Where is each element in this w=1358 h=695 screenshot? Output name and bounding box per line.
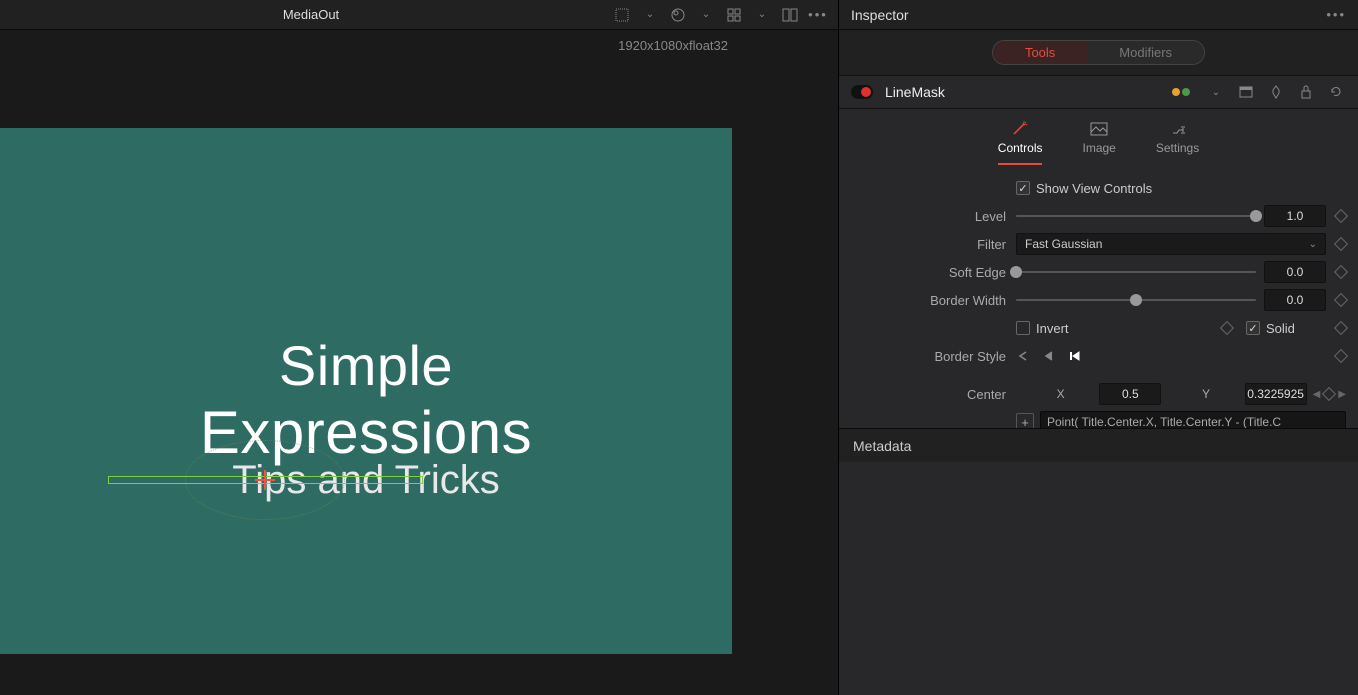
image-icon (1089, 121, 1109, 137)
chevron-down-icon[interactable]: ⌄ (640, 5, 660, 25)
next-key-icon[interactable]: ▶ (1338, 389, 1346, 400)
chevron-down-icon[interactable]: ⌄ (1206, 82, 1226, 102)
grid-icon[interactable] (612, 5, 632, 25)
row-filter: Filter Fast Gaussian⌄ (851, 231, 1346, 257)
lock-icon[interactable] (1296, 82, 1316, 102)
node-enable-toggle[interactable] (851, 85, 873, 99)
invert-label: Invert (1036, 321, 1212, 336)
level-slider[interactable] (1016, 215, 1256, 217)
inspector-pane: Inspector ••• Tools Modifiers LineMask ⌄… (838, 0, 1358, 695)
inspector-header: Inspector ••• (839, 0, 1358, 30)
wand-icon (1010, 121, 1030, 137)
prev-key-icon[interactable]: ◀ (1313, 389, 1321, 400)
title-line-1: Simple (0, 333, 732, 398)
chevron-down-icon[interactable]: ⌄ (752, 5, 772, 25)
tab-settings[interactable]: Settings (1156, 121, 1199, 165)
viewer-header: MediaOut ⌄ ⌄ ⌄ ••• (0, 0, 838, 30)
keyframe-icon[interactable] (1334, 209, 1348, 223)
expression-add-button[interactable]: + (1016, 413, 1034, 428)
gear-icon (1168, 121, 1188, 137)
row-center-expr: + Point( Title.Center.X, Title.Center.Y … (851, 409, 1346, 428)
border-style-2[interactable] (1042, 350, 1054, 362)
more-icon[interactable]: ••• (1326, 7, 1346, 22)
keyframe-icon[interactable] (1334, 293, 1348, 307)
tab-image[interactable]: Image (1082, 121, 1115, 165)
quad-icon[interactable] (724, 5, 744, 25)
solid-checkbox[interactable]: ✓ (1246, 321, 1260, 335)
split-icon[interactable] (780, 5, 800, 25)
keyframe-icon[interactable] (1334, 265, 1348, 279)
row-level: Level 1.0 (851, 203, 1346, 229)
center-x-field[interactable]: 0.5 (1099, 383, 1161, 405)
title-line-2: Expressions (0, 398, 732, 467)
window-icon[interactable] (1236, 82, 1256, 102)
viewer-pane: MediaOut ⌄ ⌄ ⌄ ••• 1920x1080xfloat32 Sim… (0, 0, 838, 695)
solid-label: Solid (1266, 321, 1326, 336)
show-view-controls-checkbox[interactable]: ✓ (1016, 181, 1030, 195)
resolution-label: 1920x1080xfloat32 (618, 38, 728, 53)
keyframe-icon[interactable] (1334, 237, 1348, 251)
inspector-title: Inspector (851, 7, 909, 23)
mask-center-handle[interactable] (259, 474, 271, 486)
version-dots[interactable] (1172, 88, 1190, 96)
row-invert-solid: Invert ✓ Solid (851, 315, 1346, 341)
keyframe-icon[interactable] (1334, 349, 1348, 363)
reset-icon[interactable] (1326, 82, 1346, 102)
chevron-down-icon[interactable]: ⌄ (696, 5, 716, 25)
row-show-view-controls: ✓ Show View Controls (851, 175, 1346, 201)
viewer-body[interactable]: 1920x1080xfloat32 Simple Expressions Tip… (0, 30, 838, 695)
controls-body: ✓ Show View Controls Level 1.0 Filter Fa… (839, 165, 1358, 428)
level-field[interactable]: 1.0 (1264, 205, 1326, 227)
invert-checkbox[interactable] (1016, 321, 1030, 335)
row-soft-edge: Soft Edge 0.0 (851, 259, 1346, 285)
center-y-field[interactable]: 0.3225925 (1245, 383, 1307, 405)
node-name[interactable]: LineMask (885, 84, 1172, 100)
tab-controls[interactable]: Controls (998, 121, 1043, 165)
node-header: LineMask ⌄ (839, 75, 1358, 109)
tab-tools[interactable]: Tools (993, 41, 1087, 64)
row-border-width: Border Width 0.0 (851, 287, 1346, 313)
border-width-field[interactable]: 0.0 (1264, 289, 1326, 311)
more-icon[interactable]: ••• (808, 5, 828, 25)
center-expression-field[interactable]: Point( Title.Center.X, Title.Center.Y - … (1040, 411, 1346, 428)
viewer-title: MediaOut (10, 7, 612, 22)
row-border-style: Border Style (851, 343, 1346, 369)
filter-dropdown[interactable]: Fast Gaussian⌄ (1016, 233, 1326, 255)
keyframe-icon[interactable] (1220, 321, 1234, 335)
pin-icon[interactable] (1266, 82, 1286, 102)
border-width-slider[interactable] (1016, 299, 1256, 301)
soft-edge-slider[interactable] (1016, 271, 1256, 273)
keyframe-icon[interactable] (1334, 321, 1348, 335)
viewer-tools: ⌄ ⌄ ⌄ ••• (612, 5, 828, 25)
preview-canvas[interactable]: Simple Expressions Tips and Tricks (0, 128, 732, 654)
border-style-3[interactable] (1068, 350, 1082, 362)
tab-modifiers[interactable]: Modifiers (1087, 41, 1204, 64)
inspector-tabs: Tools Modifiers (839, 30, 1358, 75)
keyframe-icon[interactable] (1322, 386, 1336, 400)
metadata-header[interactable]: Metadata (839, 428, 1358, 462)
show-view-controls-label: Show View Controls (1036, 181, 1152, 196)
color-icon[interactable] (668, 5, 688, 25)
row-center: Center X 0.5 Y 0.3225925 ◀▶ (851, 381, 1346, 407)
section-tabs: Controls Image Settings (839, 109, 1358, 165)
border-style-1[interactable] (1016, 350, 1028, 362)
soft-edge-field[interactable]: 0.0 (1264, 261, 1326, 283)
